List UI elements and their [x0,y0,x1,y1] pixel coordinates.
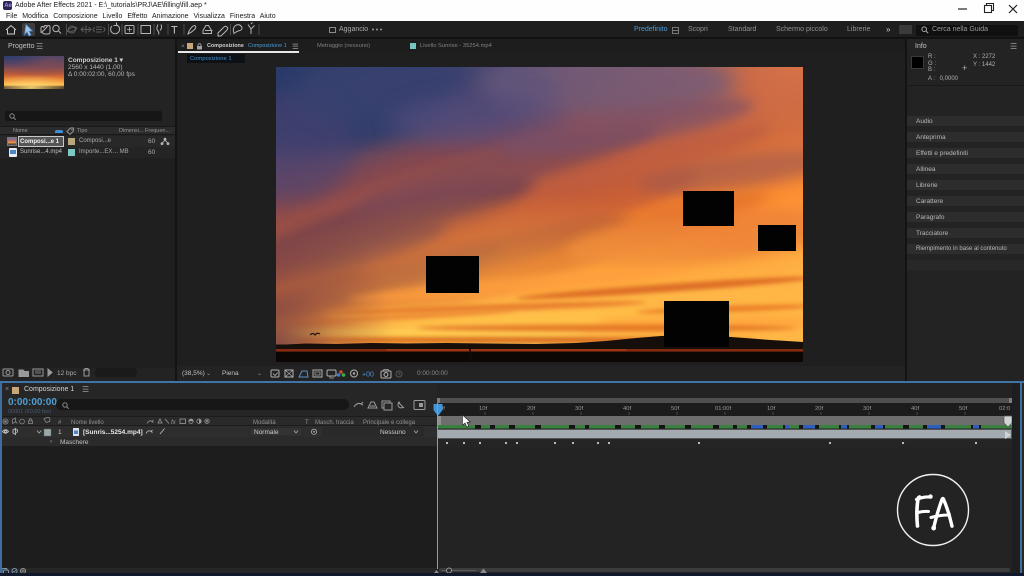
svg-text:12 bpc: 12 bpc [57,370,77,377]
svg-text:10f: 10f [767,406,775,412]
svg-text:20f: 20f [815,406,823,412]
svg-text:50f: 50f [959,406,967,412]
svg-text:01:00f: 01:00f [715,406,732,412]
svg-text:Principale e collega: Principale e collega [363,420,416,426]
svg-text:10f: 10f [479,406,487,412]
svg-text:T: T [171,25,178,37]
svg-text:T: T [305,420,309,426]
svg-text:50f: 50f [671,406,679,412]
svg-text:1: 1 [58,429,62,436]
svg-text:Nessuno: Nessuno [380,429,406,436]
svg-text:30f: 30f [863,406,871,412]
svg-text:[Sunris...5254.mp4]: [Sunris...5254.mp4] [83,429,143,436]
svg-text:Nome livello: Nome livello [71,420,104,426]
svg-text:Masch. traccia: Masch. traccia [315,420,354,426]
svg-text:Modalità: Modalità [253,420,276,426]
svg-text:20f: 20f [527,406,535,412]
svg-text:40f: 40f [911,406,919,412]
svg-text:40f: 40f [623,406,631,412]
svg-text:Normale: Normale [254,429,279,436]
svg-text:+00: +00 [362,372,374,379]
svg-text:02:0: 02:0 [999,406,1010,412]
svg-text:30f: 30f [575,406,583,412]
